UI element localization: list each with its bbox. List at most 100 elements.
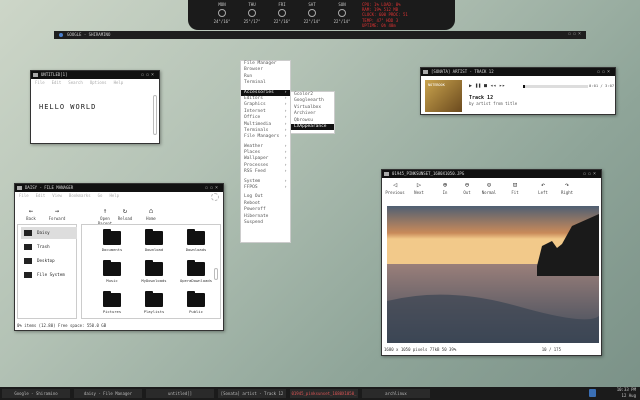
root-menu[interactable]: File Manager Browser Run Terminal Accessorie…: [240, 60, 291, 243]
fm-titlebar[interactable]: DAISY - FILE MANAGER ▫▫×: [15, 184, 223, 192]
folder-icon[interactable]: [145, 260, 163, 276]
folder-icon[interactable]: [103, 260, 121, 276]
window-buttons[interactable]: ▫▫×: [205, 184, 220, 192]
folder-label[interactable]: Playlists: [136, 309, 172, 314]
normal-button[interactable]: ⊙ Normal: [478, 182, 500, 196]
menu-item-label: Accessories: [244, 89, 274, 95]
player-titlebar[interactable]: [SONATA] ARTIST - TRACK 12 ▫▫×: [421, 68, 615, 76]
taskbar-task[interactable]: daisy - File Manager: [74, 389, 142, 398]
window-buttons[interactable]: ▫▫×: [597, 68, 612, 76]
taskbar-task[interactable]: Google - Shiramino: [2, 389, 70, 398]
player-icon: [423, 70, 428, 74]
submenu-item-lxappearance[interactable]: LXAppearance: [291, 123, 334, 131]
browser-title: GOOGLE - SHIRAMINO: [67, 32, 111, 37]
menu-file[interactable]: File: [19, 193, 29, 198]
folder-label[interactable]: Pictures: [94, 309, 130, 314]
right-button[interactable]: ↷ Right: [556, 182, 578, 196]
weather-day: THU 25°/17°: [240, 2, 264, 24]
folder-label[interactable]: Download: [136, 247, 172, 252]
accessories-submenu[interactable]: Gcolor2 Googleearth Virtualbox Archiver Qbro…: [290, 91, 335, 134]
menu-view[interactable]: View: [52, 193, 62, 198]
editor-scrollbar[interactable]: [153, 95, 157, 135]
folder-label[interactable]: Downloads: [178, 247, 214, 252]
sidebar-label: File System: [37, 272, 65, 277]
folder-icon[interactable]: [145, 291, 163, 307]
sidebar-item-desktop[interactable]: Desktop: [21, 255, 77, 267]
menu-item-rss-feed[interactable]: RSS Feed ›: [241, 169, 290, 175]
back-button[interactable]: ← Back: [19, 208, 43, 222]
weather-day-name: FRI: [278, 2, 286, 7]
folder-label[interactable]: Documents: [94, 247, 130, 252]
browser-window-bar[interactable]: GOOGLE - SHIRAMINO ▫▫×: [54, 31, 586, 39]
folder-label[interactable]: OperaDownloads: [178, 278, 214, 283]
toolbar-label: Next: [414, 190, 424, 195]
weather-day-name: MON: [218, 2, 226, 7]
out-button[interactable]: ⊖ Out: [456, 182, 478, 196]
menu-item-terminal[interactable]: Terminal: [241, 80, 290, 86]
previous-button[interactable]: ◁ Previous: [384, 182, 406, 196]
folder-icon[interactable]: [145, 229, 163, 245]
progress-bar[interactable]: [523, 85, 588, 88]
playback-controls[interactable]: ▶ ❚❚ ■ ◂◂ ▸▸: [469, 83, 505, 89]
window-buttons[interactable]: ▫▫×: [141, 71, 156, 79]
reload-button[interactable]: ↻ Reload: [113, 207, 137, 222]
window-buttons[interactable]: ▫▫×: [568, 32, 583, 37]
taskbar-task[interactable]: untitled[]: [146, 389, 214, 398]
track-time: 0:01 / 3:07: [589, 83, 615, 88]
home-button[interactable]: ⌂ Home: [139, 208, 163, 222]
forward-button[interactable]: → Forward: [45, 208, 69, 222]
menu-options[interactable]: Options: [90, 80, 107, 85]
open-parent-icon: ↑: [102, 207, 108, 215]
viewer-title: 01945_PINKSUNSET_1680X1050.JPG: [392, 171, 465, 176]
folder-label[interactable]: Public: [178, 309, 214, 314]
menu-item-file-managers[interactable]: File Managers ›: [241, 134, 290, 140]
menu-item-suspend[interactable]: Suspend: [241, 220, 290, 226]
reload-icon: ↻: [122, 207, 128, 215]
menu-go[interactable]: Go: [98, 193, 103, 198]
fm-file-area[interactable]: Documents Download Downloads Music MyDownloa…: [81, 224, 221, 319]
editor-titlebar[interactable]: UNTITLED[1] ▫▫×: [31, 71, 159, 79]
fm-scrollbar[interactable]: [214, 268, 218, 280]
fm-menubar: File Edit View Bookmarks Go Help: [15, 192, 223, 199]
sidebar-item-daisy[interactable]: Daisy: [21, 227, 77, 239]
menu-item-label: File Manager: [244, 61, 277, 66]
left-button[interactable]: ↶ Left: [532, 182, 554, 196]
menu-file[interactable]: File: [35, 80, 45, 85]
menu-help[interactable]: Help: [109, 193, 119, 198]
folder-icon[interactable]: [187, 229, 205, 245]
menu-edit[interactable]: Edit: [36, 193, 46, 198]
archlinux-icon[interactable]: [589, 389, 596, 397]
menu-item-label: Poweroff: [244, 207, 266, 213]
viewer-titlebar[interactable]: 01945_PINKSUNSET_1680X1050.JPG ▫▫×: [382, 170, 601, 178]
sidebar-item-file-system[interactable]: File System: [21, 269, 77, 281]
window-buttons[interactable]: ▫▫×: [583, 170, 598, 178]
folder-icon[interactable]: [187, 260, 205, 276]
menu-item-label: Office: [244, 115, 261, 121]
submenu-item-label: Googleearth: [294, 98, 324, 104]
menu-edit[interactable]: Edit: [52, 80, 62, 85]
browser-icon: [59, 33, 63, 37]
taskbar-task[interactable]: 01945_pinksunset_1680X1050_: [290, 389, 358, 398]
menu-help[interactable]: Help: [114, 80, 124, 85]
submenu-item-label: Qbrowsu: [294, 117, 313, 123]
music-player-window[interactable]: [SONATA] ARTIST - TRACK 12 ▫▫× NOTEBOOK ▶…: [420, 67, 616, 115]
place-icon: [24, 230, 32, 236]
image-viewer-window[interactable]: 01945_PINKSUNSET_1680X1050.JPG ▫▫× ◁ Previ…: [381, 169, 602, 356]
text-editor-window[interactable]: UNTITLED[1] ▫▫× File Edit Search Options Help…: [30, 70, 160, 144]
editor-content[interactable]: HELLO WORLD: [39, 103, 96, 111]
folder-icon[interactable]: [187, 291, 205, 307]
fit-button[interactable]: ⊡ Fit: [504, 182, 526, 196]
sidebar-item-trash[interactable]: Trash: [21, 241, 77, 253]
menu-bookmarks[interactable]: Bookmarks: [69, 193, 91, 198]
folder-icon[interactable]: [103, 291, 121, 307]
in-button[interactable]: ⊕ In: [434, 182, 456, 196]
taskbar-task[interactable]: archlinux: [362, 389, 430, 398]
menu-search[interactable]: Search: [68, 80, 82, 85]
menu-item-ffpos[interactable]: FFPOS ›: [241, 185, 290, 191]
folder-label[interactable]: Music: [94, 278, 130, 283]
taskbar-task[interactable]: [Sonata] artist - Track 12: [218, 389, 286, 398]
folder-icon[interactable]: [103, 229, 121, 245]
file-manager-window[interactable]: DAISY - FILE MANAGER ▫▫× File Edit View Book…: [14, 183, 224, 331]
next-button[interactable]: ▷ Next: [408, 182, 430, 196]
folder-label[interactable]: MyDownloads: [136, 278, 172, 283]
